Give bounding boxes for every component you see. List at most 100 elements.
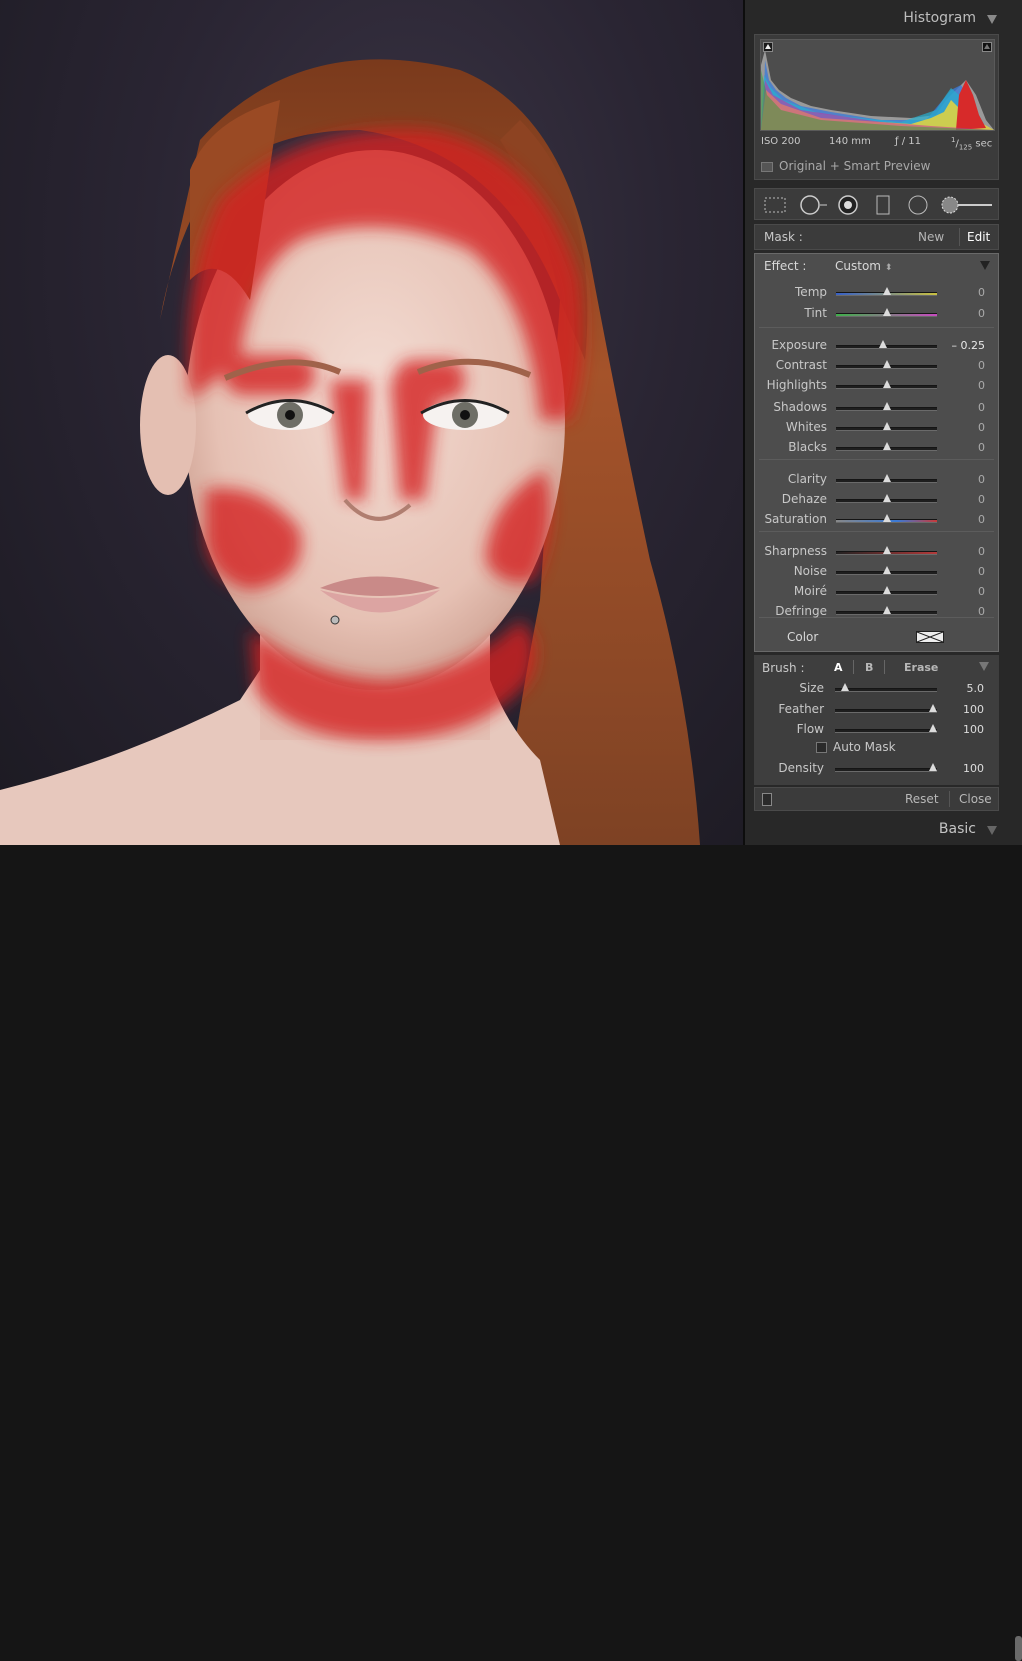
sidebar-scrollbar[interactable] <box>1015 1636 1022 1661</box>
adjustment-brush-tool-icon[interactable] <box>940 195 994 215</box>
slider-thumb[interactable] <box>882 422 891 430</box>
close-button[interactable]: Close <box>959 792 992 806</box>
slider-value[interactable]: 0 <box>945 286 985 299</box>
focal-length-readout: 140 mm <box>829 136 871 147</box>
mask-new-button[interactable]: New <box>918 230 944 244</box>
slider-value[interactable]: 0 <box>945 421 985 434</box>
brush-label: Brush : <box>762 661 805 675</box>
slider-label: Whites <box>785 420 827 434</box>
slider-label: Exposure <box>771 338 827 352</box>
slider-value[interactable]: 0 <box>945 545 985 558</box>
brush-slider-thumb[interactable] <box>929 763 937 771</box>
red-eye-tool-icon[interactable] <box>837 195 859 215</box>
slider-value[interactable]: 0 <box>945 493 985 506</box>
preview-label: Original + Smart Preview <box>779 159 931 173</box>
brush-slider-track[interactable] <box>835 709 937 713</box>
slider-thumb[interactable] <box>882 442 891 450</box>
slider-thumb[interactable] <box>882 514 891 522</box>
brush-slider-value[interactable]: 100 <box>944 723 984 736</box>
slider-thumb[interactable] <box>882 494 891 502</box>
section-divider <box>759 327 994 328</box>
brush-slider-value[interactable]: 5.0 <box>944 682 985 695</box>
collapse-histogram-icon[interactable] <box>987 15 997 24</box>
slider-value[interactable]: 0 <box>945 605 985 618</box>
slider-thumb[interactable] <box>882 546 891 554</box>
spot-removal-tool-icon[interactable] <box>799 195 829 215</box>
brush-slider-value[interactable]: 100 <box>944 703 984 716</box>
brush-slider-track[interactable] <box>835 688 937 692</box>
shadow-clipping-button[interactable] <box>763 42 773 52</box>
slider-label: Dehaze <box>781 492 827 506</box>
collapse-brush-icon[interactable] <box>979 662 989 671</box>
slider-value[interactable]: 0 <box>945 359 985 372</box>
effect-panel: Effect : Custom ⬍ Temp 0 Tint 0 Exposure – 0.… <box>754 253 999 652</box>
slider-thumb[interactable] <box>882 360 891 368</box>
brush-tab-a[interactable]: A <box>834 661 843 674</box>
mask-bar: Mask : New Edit <box>754 224 999 250</box>
slider-thumb[interactable] <box>882 308 891 316</box>
slider-thumb[interactable] <box>882 402 891 410</box>
slider-value[interactable]: 0 <box>945 565 985 578</box>
preview-status: Original + Smart Preview <box>761 159 930 173</box>
slider-thumb[interactable] <box>882 606 891 614</box>
slider-thumb[interactable] <box>882 474 891 482</box>
slider-label: Sharpness <box>764 544 827 558</box>
panel-footer: Reset Close <box>754 787 999 811</box>
slider-thumb[interactable] <box>882 586 891 594</box>
slider-value[interactable]: 0 <box>945 307 985 320</box>
slider-label: Blacks <box>788 440 827 454</box>
slider-thumb[interactable] <box>882 566 891 574</box>
slider-value[interactable]: 0 <box>945 401 985 414</box>
brush-slider-track[interactable] <box>835 768 937 772</box>
slider-value[interactable]: 0 <box>945 473 985 486</box>
footer-divider <box>949 791 950 807</box>
auto-mask-checkbox[interactable] <box>816 742 827 753</box>
auto-mask-label: Auto Mask <box>833 740 896 754</box>
slider-thumb[interactable] <box>882 380 891 388</box>
color-label: Color <box>787 630 819 644</box>
brush-slider-thumb[interactable] <box>929 724 937 732</box>
highlight-clipping-button[interactable] <box>982 42 992 52</box>
effect-preset-dropdown[interactable]: Custom ⬍ <box>835 259 892 273</box>
slider-label: Saturation <box>764 512 827 526</box>
slider-value[interactable]: 0 <box>945 441 985 454</box>
effect-preset-value: Custom <box>835 259 881 273</box>
brush-slider-thumb[interactable] <box>840 683 849 691</box>
slider-value[interactable]: 0 <box>945 513 985 526</box>
mask-overlay-toggle[interactable] <box>762 793 772 806</box>
slider-value[interactable]: 0 <box>945 379 985 392</box>
basic-title: Basic <box>938 821 976 837</box>
histogram-curve <box>761 50 994 130</box>
effect-label: Effect : <box>764 259 807 273</box>
graduated-filter-tool-icon[interactable] <box>873 195 893 215</box>
section-divider <box>759 531 994 532</box>
photo-canvas[interactable] <box>0 0 743 845</box>
histogram-panel: ISO 200 140 mm ƒ / 11 1/125 sec Original… <box>754 34 999 180</box>
section-divider <box>759 459 994 460</box>
collapse-effect-icon[interactable] <box>980 261 990 270</box>
slider-label: Moiré <box>793 584 827 598</box>
brush-tab-erase[interactable]: Erase <box>904 661 938 674</box>
brush-tab-divider-2 <box>884 660 885 674</box>
slider-thumb[interactable] <box>879 340 888 348</box>
brush-tab-b[interactable]: B <box>865 661 873 674</box>
reset-button[interactable]: Reset <box>905 792 939 806</box>
slider-value[interactable]: – 0.25 <box>945 339 986 352</box>
slider-label: Highlights <box>766 378 827 392</box>
color-swatch-icon[interactable] <box>916 631 944 643</box>
histogram-header[interactable]: Histogram <box>745 6 1022 32</box>
expand-basic-icon[interactable] <box>987 826 997 835</box>
brush-slider-value[interactable]: 100 <box>944 762 984 775</box>
mask-edit-button[interactable]: Edit <box>967 230 990 244</box>
shutter-numerator: 1 <box>951 136 956 144</box>
brush-tab-divider <box>853 660 854 674</box>
crop-tool-icon[interactable] <box>763 195 787 215</box>
brush-panel: Brush : A B Erase Size 5.0 Feather 100 Flow 1… <box>754 655 999 785</box>
brush-slider-label: Flow <box>796 722 824 736</box>
slider-thumb[interactable] <box>882 287 891 295</box>
slider-value[interactable]: 0 <box>945 585 985 598</box>
brush-slider-thumb[interactable] <box>929 704 937 712</box>
radial-filter-tool-icon[interactable] <box>907 195 929 215</box>
brush-slider-track[interactable] <box>835 729 937 733</box>
basic-panel-header[interactable]: Basic <box>745 816 1022 1661</box>
